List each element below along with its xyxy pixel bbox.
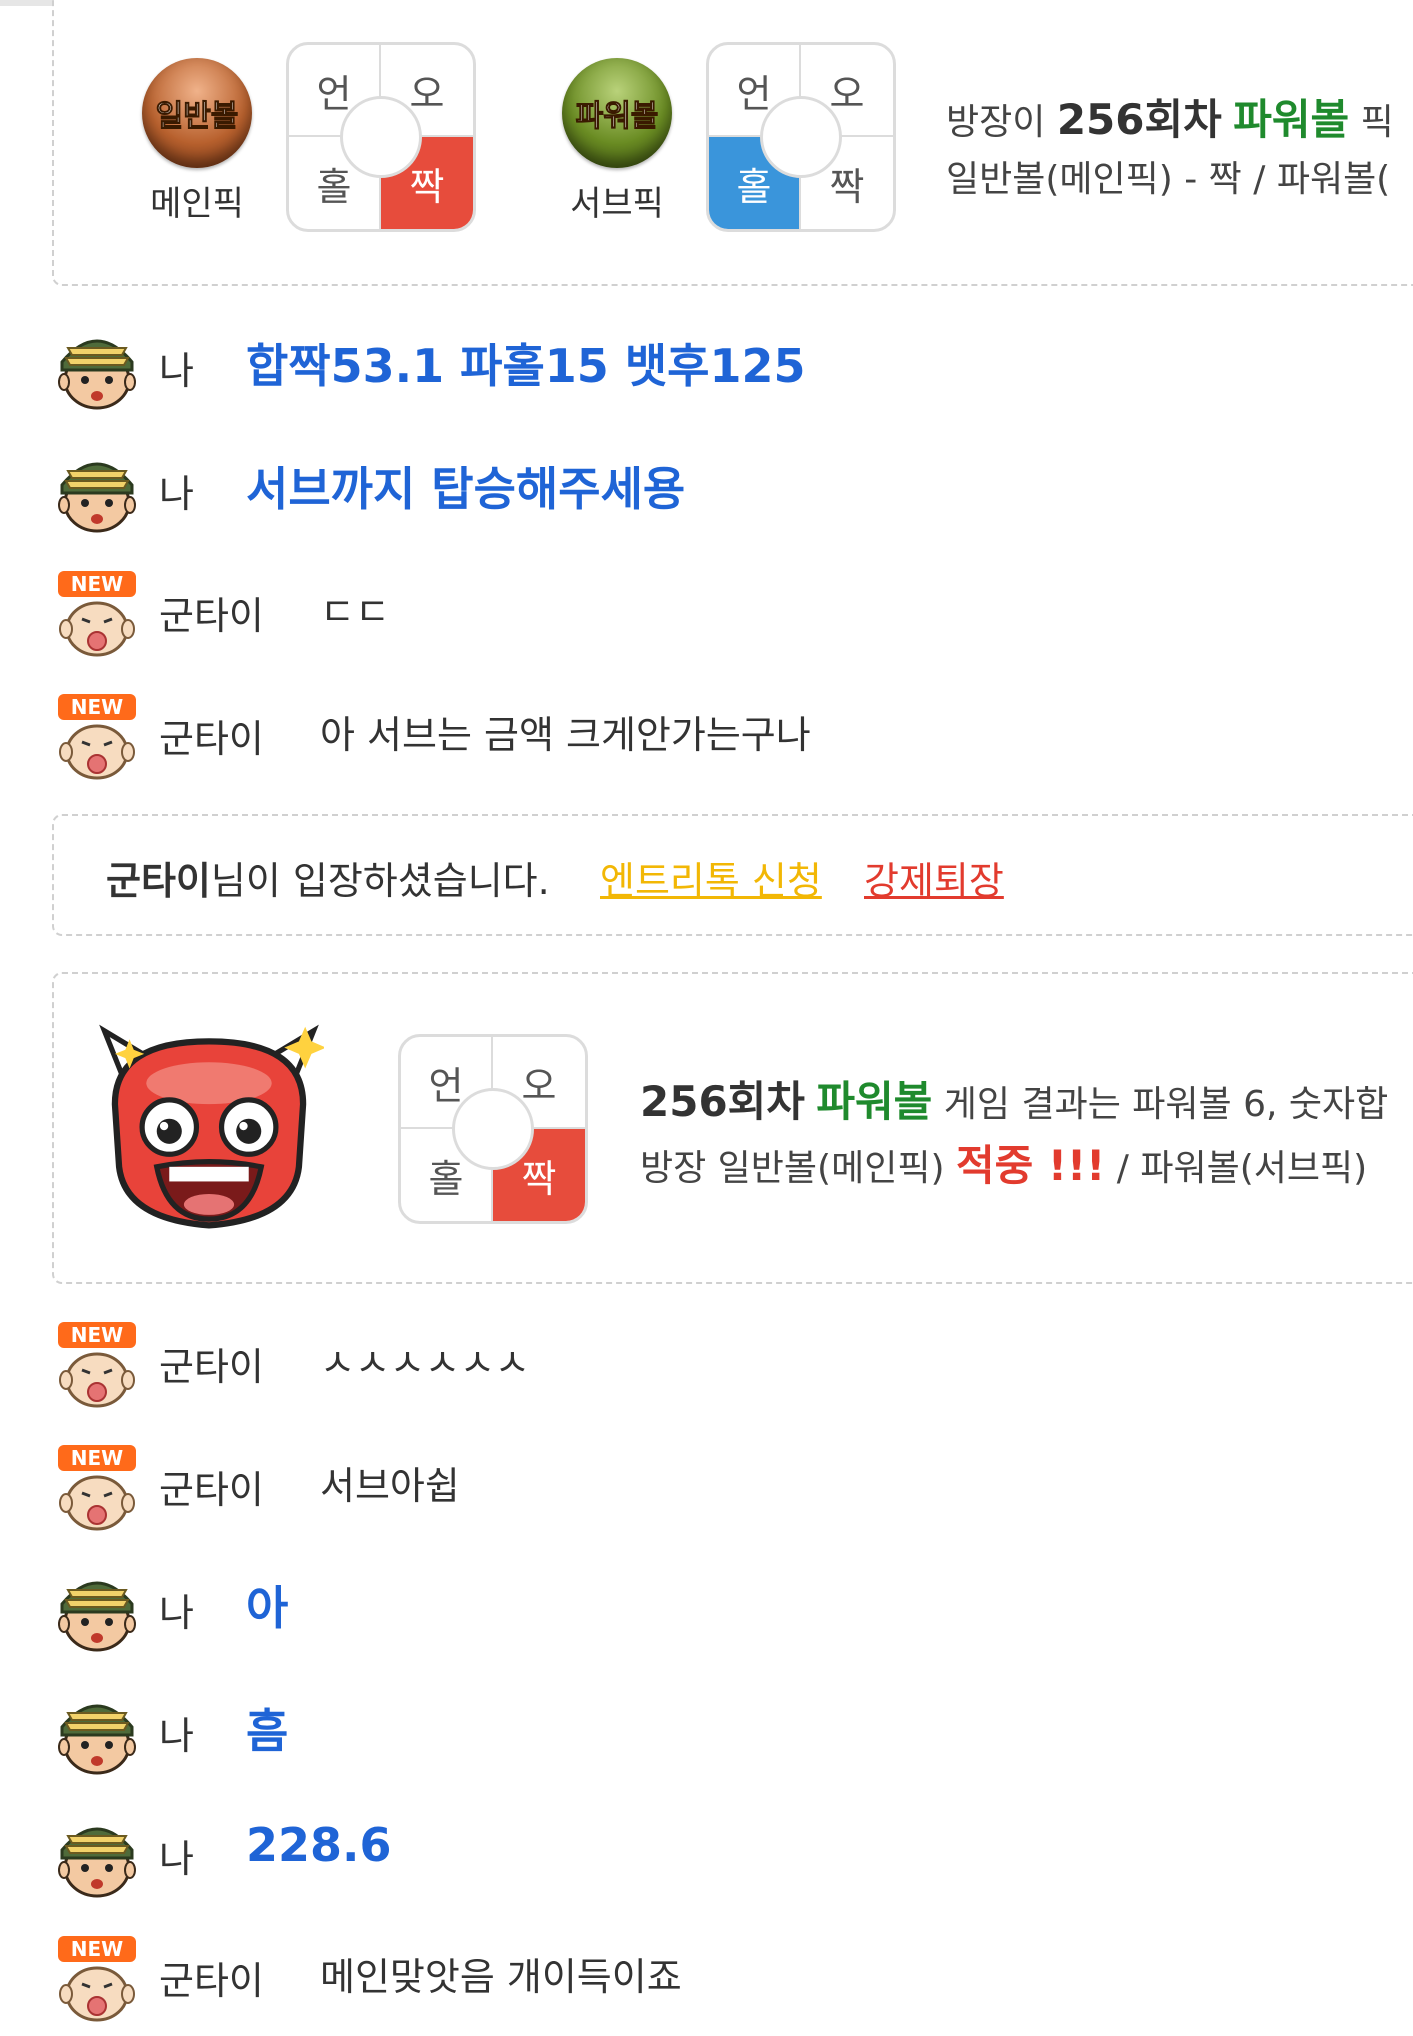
new-user-avatar-icon: NEW <box>56 1934 138 2022</box>
chat-message: ㅅㅅㅅㅅㅅㅅ <box>320 1341 530 1385</box>
chat-message: 서브까지 탑승해주세용 <box>246 462 686 516</box>
soldier-avatar-icon <box>57 1827 137 1898</box>
chat-message: 서브아쉽 <box>320 1464 460 1508</box>
chat-message: 합짝53.1 파홀15 뱃후125 <box>246 339 806 393</box>
chat-message: 228.6 <box>246 1818 392 1872</box>
chat-row: 나 228.6 <box>52 1810 1412 1900</box>
notice-user: 군타이 <box>106 859 211 903</box>
chat-nick: 나 <box>159 1714 194 1758</box>
power-ball-icon: 파워볼 <box>562 58 672 168</box>
main-pick-caption: 메인픽 <box>150 184 244 224</box>
notice-text: 군타이님이 입장하셨습니다. <box>106 850 550 905</box>
grid-hub <box>760 96 842 178</box>
result-card: 언 오 홀 짝 256회차 파워볼 게임 결과는 파워볼 6, 숫자합 방장 일… <box>52 972 1413 1284</box>
main-pick-grid: 언 오 홀 짝 <box>286 42 476 232</box>
result-game: 파워볼 <box>816 1077 933 1126</box>
result-round: 256회차 <box>640 1077 805 1126</box>
soldier-avatar-icon <box>57 339 137 410</box>
chat-row: 나 흠 <box>52 1687 1412 1777</box>
power-ball-label: 파워볼 <box>575 99 659 135</box>
chat-row: NEW 군타이 ㅅㅅㅅㅅㅅㅅ <box>52 1318 1412 1408</box>
chat-nick: 군타이 <box>159 1345 264 1389</box>
chat-nick: 나 <box>159 472 194 516</box>
result-hit: 적중 !!! <box>955 1141 1106 1190</box>
new-badge: NEW <box>71 1323 123 1347</box>
grid-hub <box>452 1088 534 1170</box>
grid-hub <box>340 96 422 178</box>
new-badge: NEW <box>71 1937 123 1961</box>
chat-row: 나 합짝53.1 파홀15 뱃후125 <box>52 322 1412 412</box>
result-line2: 방장 일반볼(메인픽) 적중 !!! / 파워볼(서브픽) <box>640 1132 1367 1193</box>
new-user-avatar-icon: NEW <box>56 1443 138 1531</box>
pick-card: 일반볼 메인픽 언 오 홀 짝 파워볼 서브픽 언 오 홀 짝 방장이 256회… <box>52 0 1413 286</box>
chat-row: NEW 군타이 서브아쉽 <box>52 1441 1412 1531</box>
chat-message: 흠 <box>246 1704 289 1758</box>
result-sub-suffix: / 파워볼(서브픽) <box>1116 1148 1368 1189</box>
chat-message: ㄷㄷ <box>320 590 390 634</box>
soldier-avatar-icon <box>57 1581 137 1652</box>
chat-row: 나 아 <box>52 1564 1412 1654</box>
new-user-avatar-icon: NEW <box>56 692 138 780</box>
chat-nick: 나 <box>159 1591 194 1635</box>
chat-nick: 나 <box>159 349 194 393</box>
pick-info-line1: 방장이 256회차 파워볼 픽 <box>946 86 1394 147</box>
pick-suffix: 픽 <box>1360 102 1394 143</box>
pick-game: 파워볼 <box>1233 95 1350 144</box>
devil-emoticon-icon <box>99 1024 324 1229</box>
chat-message: 아 서브는 금액 크게안가는구나 <box>320 713 811 757</box>
chat-nick: 군타이 <box>159 717 264 761</box>
chat-nick: 군타이 <box>159 594 264 638</box>
chat-row: 나 서브까지 탑승해주세용 <box>52 445 1412 535</box>
soldier-avatar-icon <box>57 462 137 533</box>
chat-row: NEW 군타이 메인맞앗음 개이득이죠 <box>52 1932 1412 2022</box>
pick-round: 256회차 <box>1056 95 1222 144</box>
entry-notice: 군타이님이 입장하셨습니다. 엔트리톡 신청 강제퇴장 <box>52 814 1413 936</box>
chat-nick: 나 <box>159 1837 194 1881</box>
chat-row: NEW 군타이 아 서브는 금액 크게안가는구나 <box>52 690 1412 780</box>
result-prefix: 방장 일반볼(메인픽) <box>640 1148 945 1189</box>
notice-message: 님이 입장하셨습니다. <box>210 859 550 903</box>
chat-row: NEW 군타이 ㄷㄷ <box>52 567 1412 657</box>
new-badge: NEW <box>71 695 123 719</box>
sub-pick-caption: 서브픽 <box>570 184 664 224</box>
sub-pick-grid: 언 오 홀 짝 <box>706 42 896 232</box>
chat-message: 아 <box>246 1581 289 1635</box>
soldier-avatar-icon <box>57 1704 137 1775</box>
result-grid: 언 오 홀 짝 <box>398 1034 588 1224</box>
result-suffix: 게임 결과는 파워볼 6, 숫자합 <box>943 1084 1389 1125</box>
new-badge: NEW <box>71 572 123 596</box>
new-badge: NEW <box>71 1446 123 1470</box>
new-user-avatar-icon: NEW <box>56 569 138 657</box>
result-line1: 256회차 파워볼 게임 결과는 파워볼 6, 숫자합 <box>640 1068 1388 1129</box>
chat-nick: 군타이 <box>159 1468 264 1512</box>
normal-ball-icon: 일반볼 <box>142 58 252 168</box>
chat-nick: 군타이 <box>159 1959 264 2003</box>
pick-prefix: 방장이 <box>946 102 1046 143</box>
new-user-avatar-icon: NEW <box>56 1320 138 1408</box>
chat-message: 메인맞앗음 개이득이죠 <box>320 1955 682 1999</box>
normal-ball-label: 일반볼 <box>155 99 239 135</box>
entry-talk-request-link[interactable]: 엔트리톡 신청 <box>600 850 822 905</box>
pick-info-line2: 일반볼(메인픽) - 짝 / 파워볼( <box>946 159 1391 200</box>
force-kick-link[interactable]: 강제퇴장 <box>864 850 1004 905</box>
